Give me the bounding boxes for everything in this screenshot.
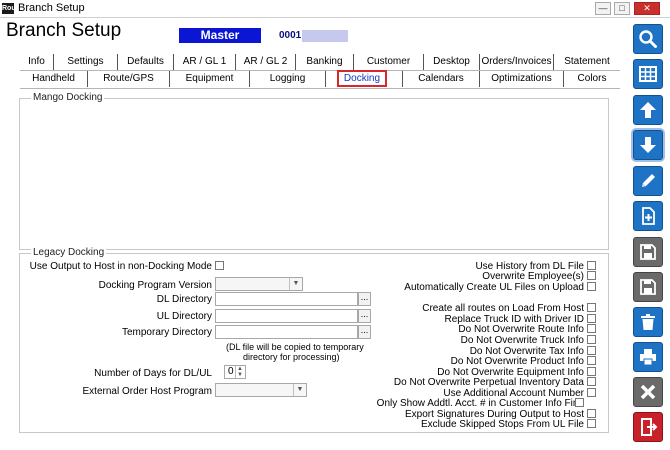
option-label: Do Not Overwrite Perpetual Inventory Dat… xyxy=(393,377,584,388)
docking-program-version-select[interactable]: ▼ xyxy=(215,277,303,291)
tab-handheld[interactable]: Handheld xyxy=(20,71,88,87)
tab-docking[interactable]: Docking xyxy=(337,70,387,87)
option-checkbox[interactable] xyxy=(587,335,596,344)
docking-program-version-label: Docking Program Version xyxy=(98,280,212,291)
page-title: Branch Setup xyxy=(6,20,122,41)
option-checkbox[interactable] xyxy=(587,282,596,291)
move-up-button[interactable] xyxy=(633,95,663,125)
mango-docking-group xyxy=(19,98,609,250)
tab-route-gps[interactable]: Route/GPS xyxy=(88,71,170,87)
option-label: Overwrite Employee(s) xyxy=(482,271,584,282)
option-checkbox[interactable] xyxy=(587,346,596,355)
edit-button[interactable] xyxy=(633,166,663,196)
use-output-label: Use Output to Host in non-Docking Mode xyxy=(29,261,212,272)
option-label: Create all routes on Load From Host xyxy=(422,303,584,314)
minimize-button[interactable]: — xyxy=(595,2,611,15)
tab-settings[interactable]: Settings xyxy=(54,54,118,70)
close-window-button[interactable]: ✕ xyxy=(634,2,660,15)
branch-code-field xyxy=(302,30,348,42)
option-checkbox[interactable] xyxy=(587,303,596,312)
option-checkbox[interactable] xyxy=(587,314,596,323)
legacy-docking-label: Legacy Docking xyxy=(31,247,107,258)
option-label: Only Show Addtl. Acct. # in Customer Inf… xyxy=(376,398,584,409)
stepper-arrows-icon[interactable]: ▲ ▼ xyxy=(235,366,244,378)
print-button[interactable] xyxy=(633,342,663,372)
tab-ar-gl-1[interactable]: AR / GL 1 xyxy=(174,54,236,70)
temporary-directory-label: Temporary Directory xyxy=(121,327,212,338)
branch-name-badge: Master Branch xyxy=(179,28,261,57)
tab-info[interactable]: Info xyxy=(20,54,54,70)
chevron-down-icon: ▼ xyxy=(293,384,306,396)
tab-orders-invoices[interactable]: Orders/Invoices xyxy=(480,54,554,70)
search-button[interactable] xyxy=(633,24,663,54)
tab-calendars[interactable]: Calendars xyxy=(402,71,480,87)
arrow-down-icon xyxy=(640,137,656,153)
pencil-icon xyxy=(642,174,655,187)
tab-ar-gl-2[interactable]: AR / GL 2 xyxy=(236,54,296,70)
option-label: Do Not Overwrite Route Info xyxy=(458,324,584,335)
tab-optimizations[interactable]: Optimizations xyxy=(480,71,564,87)
tab-content-top xyxy=(20,88,620,89)
days-label: Number of Days for DL/UL xyxy=(94,368,212,379)
option-checkbox[interactable] xyxy=(587,377,596,386)
close-icon xyxy=(640,384,656,400)
grid-icon xyxy=(639,66,657,82)
window-title-bar xyxy=(0,0,670,18)
move-down-button[interactable] xyxy=(633,130,663,160)
tab-colors[interactable]: Colors xyxy=(564,71,620,87)
option-checkbox[interactable] xyxy=(587,388,596,397)
temp-directory-note-2: directory for processing) xyxy=(243,352,340,362)
chevron-down-icon: ▼ xyxy=(289,278,302,290)
tab-customer[interactable]: Customer xyxy=(354,54,424,70)
branch-code: 0001 xyxy=(279,30,302,41)
tab-equipment[interactable]: Equipment xyxy=(170,71,250,87)
app-icon: Rout xyxy=(2,3,18,14)
option-checkbox[interactable] xyxy=(587,261,596,270)
option-checkbox[interactable] xyxy=(587,419,596,428)
save-button[interactable] xyxy=(633,272,663,302)
delete-icon xyxy=(641,314,655,330)
arrow-up-icon xyxy=(640,102,656,118)
option-label: Automatically Create UL Files on Upload xyxy=(404,282,584,293)
option-checkbox[interactable] xyxy=(587,271,596,280)
option-checkbox[interactable] xyxy=(575,398,584,407)
mango-docking-label: Mango Docking xyxy=(31,92,105,103)
new-document-icon xyxy=(642,207,655,225)
tab-defaults[interactable]: Defaults xyxy=(118,54,174,70)
tab-statement[interactable]: Statement xyxy=(554,54,620,70)
option-checkbox[interactable] xyxy=(587,324,596,333)
tab-banking[interactable]: Banking xyxy=(296,54,354,70)
save-as-icon xyxy=(640,244,656,260)
option-label: Do Not Overwrite Truck Info xyxy=(460,335,584,346)
external-order-label: External Order Host Program xyxy=(82,386,213,397)
option-checkbox[interactable] xyxy=(587,409,596,418)
search-icon xyxy=(639,30,657,48)
tab-logging[interactable]: Logging xyxy=(250,71,326,87)
ul-directory-label: UL Directory xyxy=(156,311,212,322)
external-order-select[interactable]: ▼ xyxy=(215,383,307,397)
grid-view-button[interactable] xyxy=(633,59,663,89)
maximize-button[interactable]: □ xyxy=(614,2,630,15)
tab-desktop[interactable]: Desktop xyxy=(424,54,480,70)
print-icon xyxy=(640,349,656,366)
new-record-button[interactable] xyxy=(633,201,663,231)
save-icon xyxy=(640,279,656,295)
option-label: Do Not Overwrite Product Info xyxy=(450,356,584,367)
dl-directory-label: DL Directory xyxy=(156,294,212,305)
option-label: Exclude Skipped Stops From UL File xyxy=(420,419,584,430)
save-as-button[interactable] xyxy=(633,237,663,267)
exit-button[interactable] xyxy=(633,412,663,442)
option-checkbox[interactable] xyxy=(587,356,596,365)
exit-icon xyxy=(641,418,658,436)
cancel-button[interactable] xyxy=(633,377,663,407)
window-title: Branch Setup xyxy=(18,2,85,14)
option-checkbox[interactable] xyxy=(587,367,596,376)
delete-button[interactable] xyxy=(633,307,663,337)
use-output-checkbox[interactable] xyxy=(215,261,224,270)
